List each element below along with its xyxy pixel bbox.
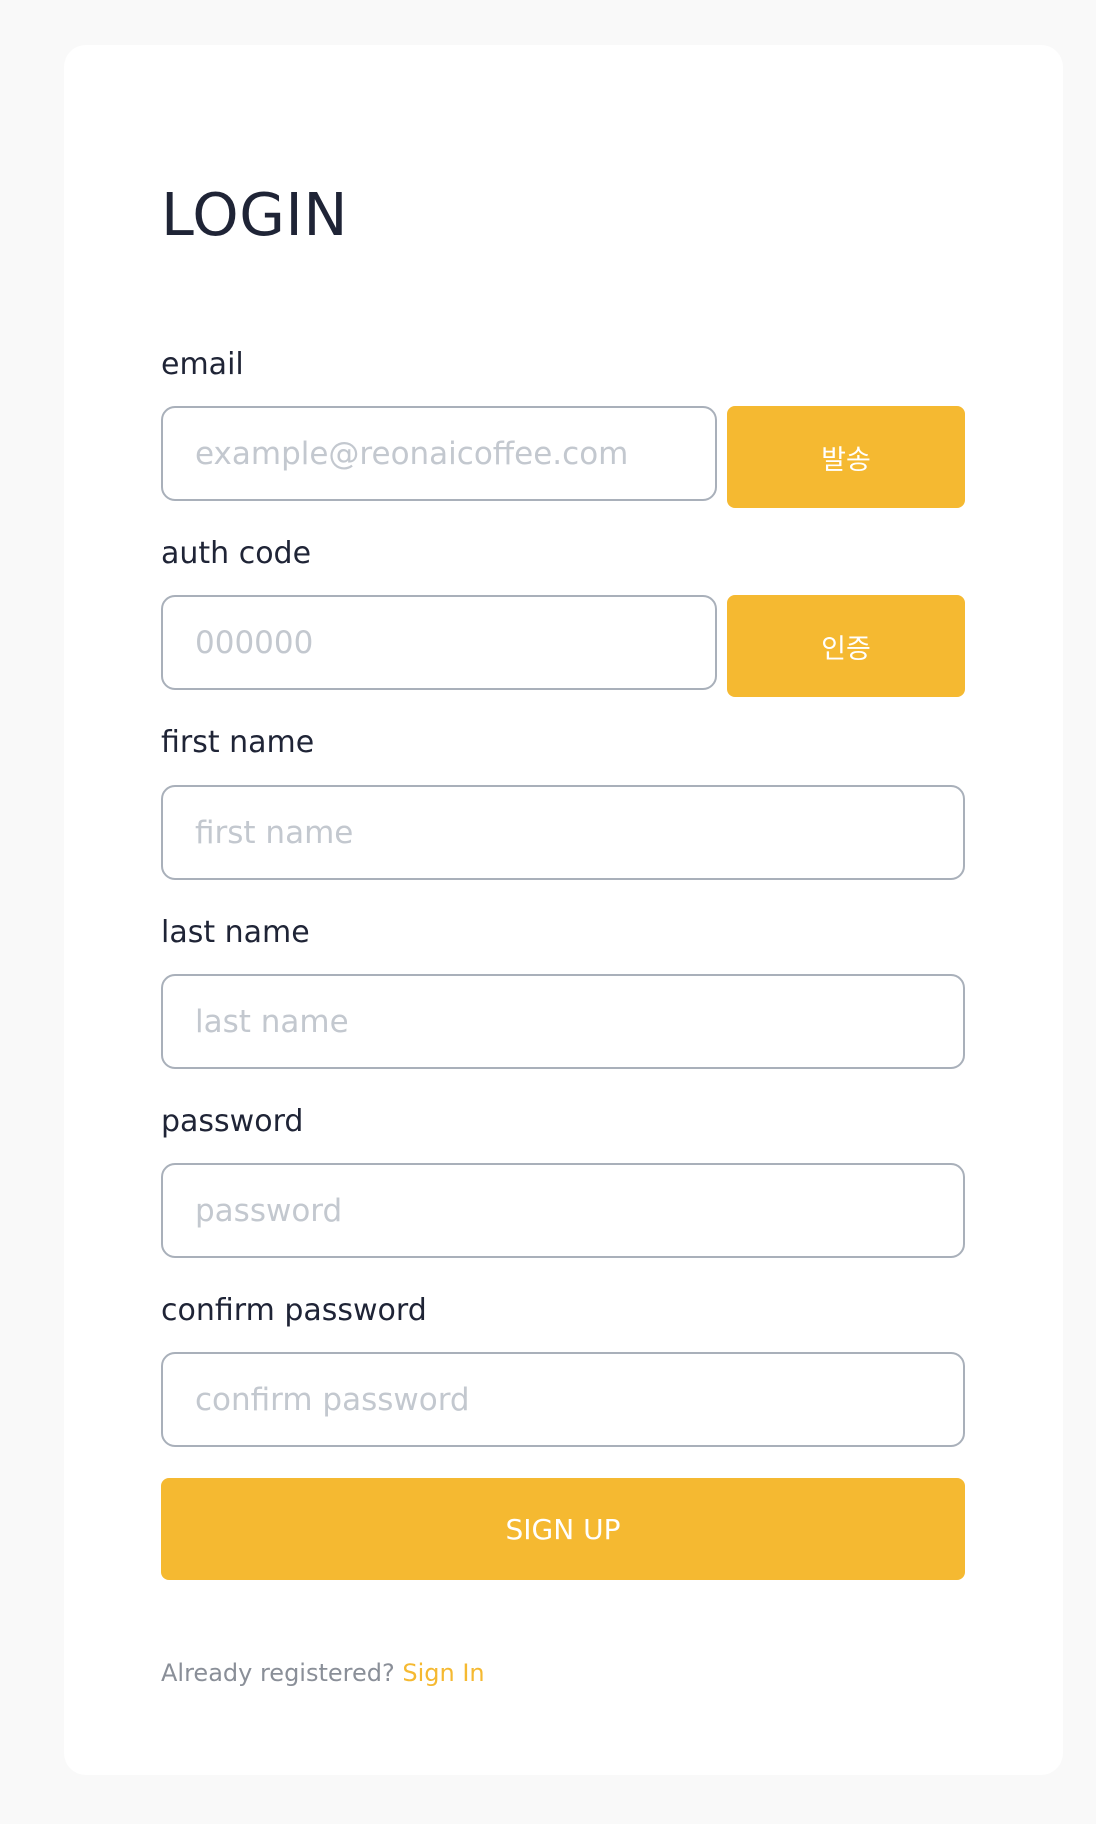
first-name-label: first name — [161, 725, 315, 760]
password-input[interactable] — [161, 1163, 965, 1258]
email-label: email — [161, 347, 244, 382]
sign-in-prompt: Already registered? Sign In — [161, 1661, 485, 1685]
confirm-password-label: confirm password — [161, 1293, 427, 1328]
last-name-input[interactable] — [161, 974, 965, 1069]
verify-code-button[interactable]: 인증 — [727, 595, 965, 697]
sign-up-button[interactable]: SIGN UP — [161, 1478, 965, 1580]
signup-card: LOGIN email 발송 auth code 인증 first name l… — [64, 45, 1063, 1775]
sign-in-link[interactable]: Sign In — [402, 1659, 484, 1687]
first-name-input[interactable] — [161, 785, 965, 880]
page-title: LOGIN — [161, 180, 348, 249]
auth-code-label: auth code — [161, 536, 312, 571]
auth-code-input[interactable] — [161, 595, 717, 690]
email-input[interactable] — [161, 406, 717, 501]
send-code-button[interactable]: 발송 — [727, 406, 965, 508]
already-registered-text: Already registered? — [161, 1659, 395, 1687]
last-name-label: last name — [161, 915, 310, 950]
confirm-password-input[interactable] — [161, 1352, 965, 1447]
password-label: password — [161, 1104, 304, 1139]
